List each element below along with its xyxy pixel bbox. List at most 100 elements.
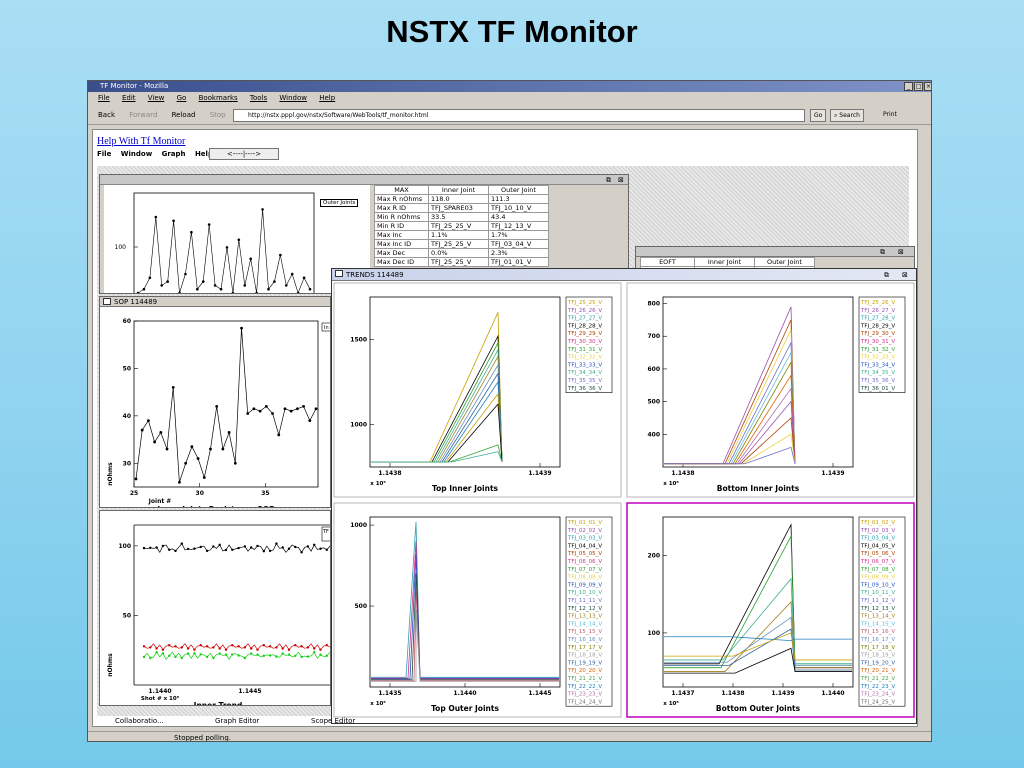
- legend-entry: TFJ_34_35_V: [860, 370, 895, 376]
- menu-file[interactable]: File: [98, 94, 110, 102]
- trend-series-line: [143, 651, 330, 661]
- chart-caption: Top Inner Joints: [432, 484, 499, 493]
- legend-entry: TFJ_33_33_V: [567, 362, 602, 368]
- max-table-cell: TFJ_25_25_V: [428, 239, 489, 249]
- legend-entry: TFJ_21_21_V: [567, 676, 602, 682]
- trend-point: [205, 549, 209, 553]
- data-point: [148, 276, 152, 280]
- trend-point: [294, 654, 297, 657]
- stop-button[interactable]: Stop: [210, 111, 226, 119]
- trend-point: [319, 653, 322, 656]
- trend-quadrant: 500 1000 1.1435 1.1440 1.1445 x 10⁵ Top Outer …: [333, 502, 622, 718]
- legend-entry: TFJ_32_33_V: [860, 355, 895, 361]
- url-field[interactable]: http://nstx.pppl.gov/nstx/Software/WebTo…: [233, 109, 805, 122]
- menu-tools[interactable]: Tools: [250, 94, 267, 102]
- max-table-cell: 1.1%: [428, 230, 489, 240]
- sop-point: [140, 428, 144, 432]
- sop-point: [215, 404, 219, 408]
- close-icon[interactable]: ×: [924, 82, 931, 91]
- trend-point: [205, 645, 209, 648]
- reload-button[interactable]: Reload: [172, 111, 196, 119]
- trends-close-icon[interactable]: ⊠: [902, 269, 908, 281]
- applet-menu-file[interactable]: File: [97, 150, 111, 158]
- eoft-close-icon[interactable]: ⊠: [898, 247, 904, 257]
- menu-window[interactable]: Window: [279, 94, 307, 102]
- forward-button[interactable]: Forward: [129, 111, 157, 119]
- minimize-icon[interactable]: _: [904, 82, 913, 91]
- panel-restore-icon[interactable]: ⧉: [606, 175, 611, 185]
- trends-restore-icon[interactable]: ⧉: [884, 269, 889, 281]
- legend-entry: TFJ_06_06_V: [567, 559, 602, 565]
- sop-point: [302, 404, 305, 408]
- menu-go[interactable]: Go: [177, 94, 187, 102]
- x-tick-label: 1.1437: [671, 690, 694, 697]
- data-point: [201, 280, 205, 283]
- taskbar-graph-editor[interactable]: Graph Editor: [215, 716, 259, 726]
- trend-series-line: [143, 542, 330, 554]
- max-table-cell: MAX: [374, 185, 429, 195]
- ytick-100: 100: [115, 244, 127, 251]
- x-tick-label: 1.1438: [671, 470, 694, 477]
- browser-menubar: File Edit View Go Bookmarks Tools Window…: [88, 92, 931, 104]
- max-table-cell: 111.3: [488, 194, 549, 204]
- applet-menu-graph[interactable]: Graph: [162, 150, 186, 158]
- legend-entry: TFJ_18_19_V: [860, 653, 895, 659]
- trend-point: [155, 647, 158, 650]
- legend-entry: TFJ_02_02_V: [567, 528, 602, 534]
- legend-entry: TFJ_36_36_V: [567, 386, 602, 392]
- help-link[interactable]: Help With Tf Monitor: [97, 136, 185, 147]
- go-button[interactable]: Go: [810, 109, 827, 122]
- taskbar-collaboration[interactable]: Collaboratio...: [115, 716, 164, 726]
- sop-point: [171, 386, 175, 389]
- panel-close-icon[interactable]: ⊠: [618, 175, 624, 185]
- menu-bookmarks[interactable]: Bookmarks: [199, 94, 238, 102]
- legend-entry: TFJ_04_04_V: [567, 543, 602, 549]
- legend-entry: TFJ_08_08_V: [567, 575, 602, 581]
- menu-edit[interactable]: Edit: [122, 94, 136, 102]
- trend-point: [300, 655, 303, 659]
- search-button[interactable]: ⌕ Search: [830, 109, 864, 122]
- max-table-cell: 118.0: [428, 194, 489, 204]
- back-button[interactable]: Back: [98, 111, 115, 119]
- trend-point: [300, 645, 303, 648]
- legend-entry: TFJ_29_30_V: [860, 331, 895, 337]
- inner-trend-panel: 50 100 1.1440 1.1445 Shot # x 10⁵ Inner Trend…: [99, 510, 331, 706]
- y-tick-label: 100: [647, 630, 660, 637]
- menu-view[interactable]: View: [148, 94, 165, 102]
- legend-entry: TFJ_19_19_V: [567, 660, 602, 666]
- legend-entry: TFJ_25_26_V: [860, 300, 895, 306]
- y-axis-label: nOhms: [107, 462, 114, 486]
- legend-entry: TFJ_24_25_V: [860, 699, 895, 705]
- data-point: [243, 284, 247, 287]
- maximize-icon[interactable]: □: [914, 82, 923, 91]
- browser-titlebar: TF Monitor - Mozilla _ □ ×: [88, 81, 931, 92]
- scroll-arrows[interactable]: <----|---->: [209, 148, 279, 160]
- legend-entry: TFJ_05_06_V: [860, 551, 895, 557]
- trends-window-icon: [335, 270, 343, 277]
- legend-entry: TFJ_31_31_V: [567, 347, 602, 353]
- trend-point: [237, 654, 240, 657]
- taskbar-scope-editor[interactable]: Scope Editor: [311, 716, 355, 726]
- applet-menu-window[interactable]: Window: [121, 150, 152, 158]
- browser-window: TF Monitor - Mozilla _ □ × File Edit Vie…: [87, 80, 932, 742]
- trend-point: [149, 656, 152, 660]
- legend-entry: TFJ_06_07_V: [860, 559, 895, 565]
- trend-point: [262, 654, 265, 657]
- print-button[interactable]: Print: [880, 109, 900, 122]
- y-tick-label: 50: [123, 365, 131, 372]
- y-tick-label: 60: [123, 318, 131, 325]
- eoft-restore-icon[interactable]: ⧉: [880, 247, 885, 257]
- legend-entry: TFJ_29_29_V: [567, 331, 602, 337]
- data-point: [273, 280, 276, 283]
- sop-point: [147, 419, 150, 422]
- menu-help[interactable]: Help: [319, 94, 335, 102]
- sop-point: [221, 447, 225, 451]
- y-tick-label: 700: [647, 333, 660, 340]
- trend-point: [161, 544, 165, 548]
- sop-point: [153, 440, 157, 444]
- sop-point: [289, 409, 293, 413]
- max-table-cell: Max Inc: [374, 230, 429, 240]
- max-table-row: MAX Inner Joint Outer Joint: [374, 185, 549, 195]
- max-table-cell: Outer Joint: [488, 185, 549, 195]
- legend-entry: TFJ_11_11_V: [567, 598, 602, 604]
